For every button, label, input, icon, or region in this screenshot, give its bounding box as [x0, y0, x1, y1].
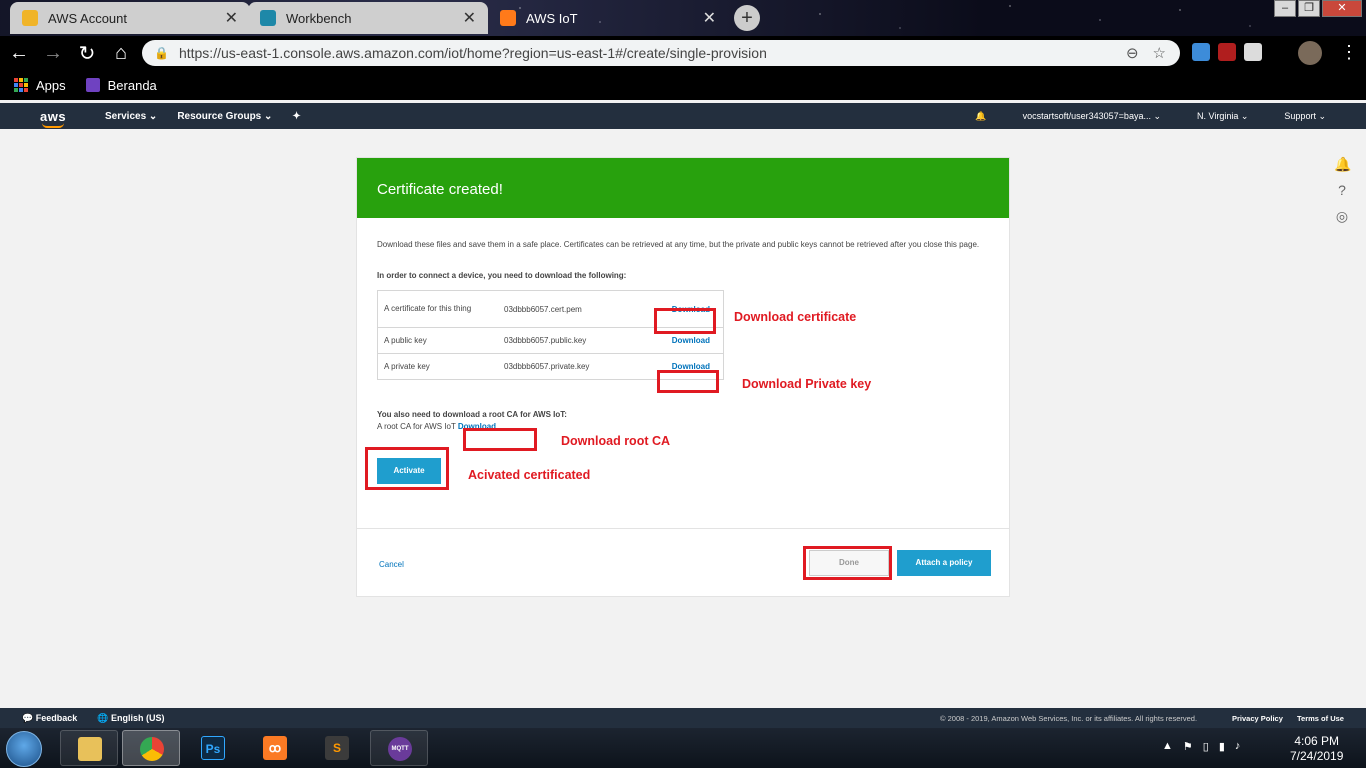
resource-groups-menu[interactable]: Resource Groups ⌄: [177, 111, 272, 122]
feedback-link[interactable]: 💬 Feedback: [22, 713, 77, 724]
start-button[interactable]: [6, 731, 42, 767]
sublime-icon: S: [325, 736, 349, 760]
xampp-icon: ꝏ: [263, 736, 287, 760]
taskbar-mqtt-fx[interactable]: MQTT: [370, 730, 428, 766]
menu-icon[interactable]: ⋮: [1340, 42, 1358, 63]
close-tab-icon[interactable]: ✕: [703, 8, 716, 28]
aws-iot-favicon-icon: [500, 10, 516, 26]
reload-icon[interactable]: ↻: [72, 41, 102, 66]
services-menu[interactable]: Services ⌄: [105, 111, 157, 122]
action-center-flag-icon[interactable]: ⚑: [1183, 740, 1193, 753]
close-tab-icon[interactable]: ✕: [225, 8, 238, 28]
home-icon[interactable]: ⌂: [106, 42, 136, 65]
cancel-link[interactable]: Cancel: [379, 560, 404, 569]
aws-header-right: 🔔 vocstartsoft/user343057=baya... ⌄ N. V…: [957, 111, 1326, 122]
annotation-box-certificate: [654, 308, 716, 334]
bookmark-apps[interactable]: Apps: [14, 78, 66, 93]
download-subtitle: In order to connect a device, you need t…: [377, 271, 627, 280]
dialog-header: Certificate created!: [357, 158, 1009, 218]
taskbar-sublime[interactable]: S: [308, 730, 366, 766]
terms-of-use-link[interactable]: Terms of Use: [1297, 714, 1344, 723]
bell-icon[interactable]: 🔔: [1334, 156, 1351, 172]
region-menu[interactable]: N. Virginia ⌄: [1179, 111, 1248, 122]
chrome-icon: [140, 737, 164, 761]
taskbar-photoshop[interactable]: Ps: [184, 730, 242, 766]
aws-footer: 💬 Feedback 🌐 English (US) © 2008 - 2019,…: [0, 708, 1366, 728]
forward-icon[interactable]: →: [38, 42, 68, 65]
lock-icon[interactable]: 🔒: [154, 46, 169, 60]
annotation-box-done: [803, 546, 892, 580]
back-icon[interactable]: ←: [4, 42, 34, 65]
help-icon[interactable]: ?: [1334, 182, 1350, 198]
browser-toolbar: ← → ↻ ⌂ 🔒 https://us-east-1.console.aws.…: [0, 36, 1366, 70]
annotation-box-private-key: [657, 370, 719, 393]
activity-icon[interactable]: ◎: [1334, 208, 1350, 224]
copyright-text: © 2008 - 2019, Amazon Web Services, Inc.…: [940, 713, 1198, 723]
extension-icons: [1192, 43, 1262, 61]
browser-tabstrip: AWS Account ✕ Workbench ✕ AWS IoT ✕ + – …: [0, 0, 1366, 36]
volume-icon[interactable]: ♪: [1235, 740, 1241, 753]
dialog-footer: Cancel Done Attach a policy: [357, 528, 1009, 596]
windows-taskbar: Ps ꝏ S MQTT ▲ ⚑ ▯ ▮ ♪ 4:06 PM 7/24/2019: [0, 728, 1366, 768]
files-table: A certificate for this thing 03dbbb6057.…: [377, 290, 724, 380]
pdf-extension-icon[interactable]: [1218, 43, 1236, 61]
download-public-key-link[interactable]: Download: [654, 336, 717, 345]
zoom-icon[interactable]: ⊖: [1126, 44, 1139, 62]
support-menu[interactable]: Support ⌄: [1266, 111, 1326, 122]
show-hidden-icons[interactable]: ▲: [1162, 740, 1173, 753]
privacy-policy-link[interactable]: Privacy Policy: [1232, 714, 1283, 723]
annotation-box-activate: [365, 447, 449, 490]
annotation-download-root-ca: Download root CA: [561, 434, 671, 448]
extension-icon[interactable]: [1192, 43, 1210, 61]
annotation-download-private-key: Download Private key: [742, 377, 872, 391]
beranda-icon: [85, 78, 100, 92]
address-bar[interactable]: 🔒 https://us-east-1.console.aws.amazon.c…: [142, 40, 1180, 66]
aws-logo[interactable]: aws: [40, 109, 80, 128]
restore-icon[interactable]: ❐: [1298, 0, 1320, 17]
bookmarks-bar: Apps Beranda: [0, 70, 1366, 100]
pin-icon[interactable]: ✦: [292, 111, 300, 122]
workbench-favicon-icon: [260, 10, 276, 26]
notification-bell-icon[interactable]: 🔔: [975, 111, 986, 122]
language-selector[interactable]: 🌐 English (US): [97, 713, 164, 724]
photoshop-icon: Ps: [201, 736, 225, 760]
annotation-activated: Acivated certificated: [468, 468, 591, 482]
bookmark-beranda[interactable]: Beranda: [85, 78, 157, 93]
profile-avatar[interactable]: [1298, 41, 1322, 65]
aws-favicon-icon: [22, 10, 38, 26]
folder-icon: [78, 737, 102, 761]
battery-icon[interactable]: ▯: [1203, 740, 1209, 753]
mqtt-icon: MQTT: [388, 737, 412, 761]
bookmark-star-icon[interactable]: ☆: [1153, 44, 1166, 62]
tab-workbench[interactable]: Workbench ✕: [248, 2, 488, 34]
tab-aws-iot[interactable]: AWS IoT ✕: [488, 2, 728, 34]
minimize-icon[interactable]: –: [1274, 0, 1296, 17]
dialog-title: Certificate created!: [377, 181, 503, 198]
dialog-body: Download these files and save them in a …: [357, 218, 1009, 451]
system-tray: ▲ ⚑ ▯ ▮ ♪: [1162, 740, 1240, 753]
taskbar-chrome[interactable]: [122, 730, 180, 766]
intro-text: Download these files and save them in a …: [377, 240, 980, 249]
side-tools: 🔔 ? ◎: [1334, 156, 1351, 224]
annotation-download-certificate: Download certificate: [734, 310, 857, 324]
taskbar-file-explorer[interactable]: [60, 730, 118, 766]
tab-aws-account[interactable]: AWS Account ✕: [10, 2, 250, 34]
system-clock[interactable]: 4:06 PM 7/24/2019: [1290, 734, 1343, 764]
window-controls: – ❐ ✕: [1272, 0, 1362, 17]
network-icon[interactable]: ▮: [1219, 740, 1225, 753]
account-menu[interactable]: vocstartsoft/user343057=baya... ⌄: [1005, 111, 1161, 122]
aws-console-header: aws Services ⌄ Resource Groups ⌄ ✦ 🔔 voc…: [0, 103, 1366, 129]
annotation-box-root-ca: [463, 428, 537, 451]
close-tab-icon[interactable]: ✕: [463, 8, 476, 28]
attach-policy-button[interactable]: Attach a policy: [897, 550, 991, 576]
apps-grid-icon: [14, 78, 28, 92]
taskbar-xampp[interactable]: ꝏ: [246, 730, 304, 766]
new-tab-button[interactable]: +: [734, 5, 760, 31]
close-window-icon[interactable]: ✕: [1322, 0, 1362, 17]
chat-extension-icon[interactable]: [1244, 43, 1262, 61]
